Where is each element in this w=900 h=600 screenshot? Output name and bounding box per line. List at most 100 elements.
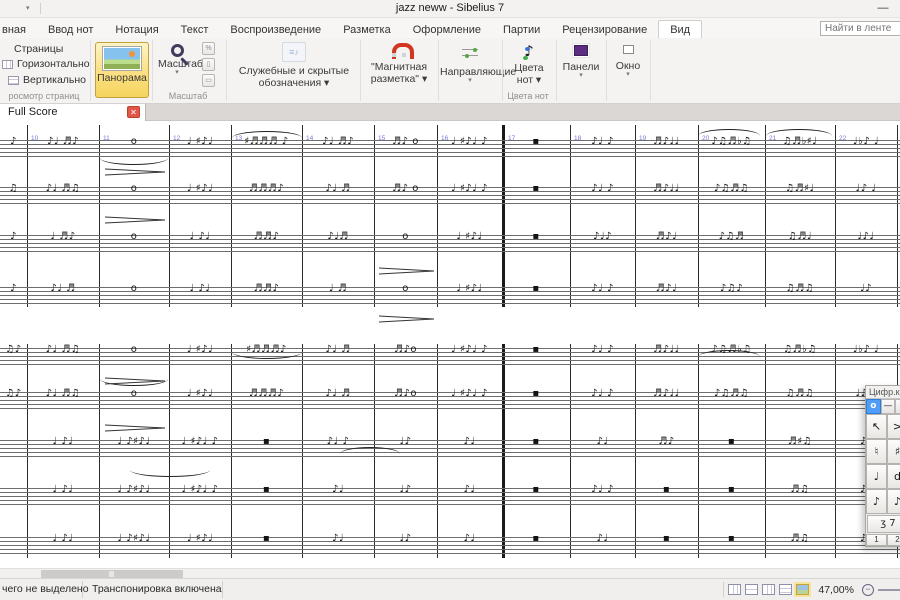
note-run[interactable]: o [131,282,138,295]
note-run[interactable]: ♪♩ [596,435,608,448]
note-run[interactable]: ♫♬♫ [786,387,814,400]
note-run[interactable]: ♫♬♫ [786,282,814,295]
note-run[interactable]: ▪ [263,435,270,448]
note-run[interactable]: ♩ ♪♯♪♩ [117,483,150,496]
note-run[interactable]: ♬♪♩♩ [653,343,680,356]
note-run[interactable]: o [402,282,409,295]
note-run[interactable]: ♩ ♯♪♩ [456,282,482,295]
note-run[interactable]: ♬♪ [658,435,674,448]
ribbon-tab-вная[interactable]: вная [0,21,37,38]
note-run[interactable]: ♩♪ [399,435,411,448]
keypad-rests-button[interactable]: ʒ 7 [867,515,900,533]
note-run[interactable]: ♪♩ ♬ [325,343,350,356]
horizontal-button[interactable]: Горизонтально [2,58,90,70]
keypad-button[interactable]: > [887,414,900,439]
ribbon-tab-Нотация[interactable]: Нотация [104,21,169,38]
note-run[interactable]: ♬♪♩♩ [653,135,680,148]
ribbon-tab-Воспроизведение[interactable]: Воспроизведение [219,21,332,38]
document-tab-full-score[interactable]: Full Score ✕ [0,104,146,121]
guides-button[interactable]: Направляющие ▾ [440,42,516,84]
note-run[interactable]: ♫♬♭♯♩ [783,135,818,148]
ribbon-tab-Партии[interactable]: Партии [492,21,551,38]
keypad-button[interactable]: ♪ [866,489,887,514]
note-run[interactable]: ♪♫♬ [719,230,745,243]
note-run[interactable]: ▪ [532,135,539,148]
note-run[interactable]: ♩♪ ♩ [856,182,877,195]
note-run[interactable]: ♪♩ ♪ [591,387,614,400]
keypad-layout-tab-1[interactable]: o [866,399,881,414]
note-run[interactable]: ♩ ♪♩ [53,483,74,496]
note-run[interactable]: ♪♩ ♪ [327,435,350,448]
note-run[interactable]: ♪♩ ♪ [591,182,614,195]
note-run[interactable]: ♪♩ ♬ [325,182,350,195]
note-run[interactable]: o [131,230,138,243]
note-run[interactable]: ♬♪o [394,343,417,356]
note-run[interactable]: ♩ ♪♩ [190,230,211,243]
note-run[interactable]: ♪♩ ♬♫ [46,387,81,400]
note-run[interactable]: ♩♪♩ [857,230,874,243]
magnetic-layout-button[interactable]: "Магнитная разметка" ▾ [362,40,436,85]
keypad-digit-2[interactable]: 2 [887,534,900,546]
scrollbar-thumb[interactable] [41,570,183,578]
note-run[interactable]: ▪ [263,532,270,545]
keypad-button[interactable]: d [887,464,900,489]
minimize-button[interactable]: — [872,0,894,17]
keypad-title[interactable]: Цифр.к [866,386,900,399]
note-run[interactable]: ♫♬♭♫ [783,343,817,356]
note-run[interactable]: ♪♩ [463,532,475,545]
note-run[interactable]: ▪ [532,532,539,545]
score-canvas[interactable]: ♪ ♪♩ ♬♪ o ♩ ♯♪♩ ♯♬♬♬ ♪ ♪♩ ♬♪ ♬♪ o ♩ ♯♪♩ ♪ ▪ ♪♩ ♪ ♬… [0,121,900,568]
horizontal-scrollbar[interactable] [0,568,900,578]
note-run[interactable]: ▪ [532,343,539,356]
ribbon-tab-Разметка[interactable]: Разметка [332,21,402,38]
note-run[interactable]: ♫♬♯♩ [785,182,815,195]
note-run[interactable]: ♫♬♩ [788,230,812,243]
note-run[interactable]: ♩ ♬♪ [50,230,75,243]
note-run[interactable]: ♫♪ [5,387,21,400]
note-run[interactable]: ♩ ♯♪♩ [187,343,213,356]
note-run[interactable]: o [131,135,138,148]
note-run[interactable]: ♪♩♪ [593,230,612,243]
note-run[interactable]: ▪ [532,282,539,295]
note-run[interactable]: ♪♩ ♬♫ [46,182,81,195]
transposition-status[interactable]: Транспонировка включена [92,579,222,600]
keypad-button[interactable]: ♩ [866,464,887,489]
note-run[interactable]: ♪♩ [463,483,475,496]
vertical-button[interactable]: Вертикально [8,74,86,86]
note-run[interactable]: ▪ [663,483,670,496]
note-run[interactable]: ♩ ♪♩ [190,282,211,295]
note-run[interactable]: ♪♩ ♪ [591,343,614,356]
note-run[interactable]: ▪ [263,483,270,496]
note-run[interactable]: ♬♯♫ [788,435,812,448]
note-run[interactable]: ♪♩ [596,532,608,545]
note-run[interactable]: ♩ ♯♪♩ ♪ [451,182,488,195]
note-run[interactable]: ▪ [728,483,735,496]
note-run[interactable]: ♬♫ [791,483,810,496]
pages-horizontal-icon[interactable] [728,584,742,595]
note-run[interactable]: ♩ ♯♪♩ [187,182,213,195]
zoom-fit-width-button[interactable]: ▭ [202,74,215,87]
note-run[interactable]: ♪♩ ♪ [591,483,614,496]
note-run[interactable]: ♪♩ ♬♪ [47,135,79,148]
note-run[interactable]: ♩ ♯♪♩ [187,532,213,545]
quick-access-dropdown-icon[interactable]: ▾ [26,0,30,17]
note-run[interactable]: ♬♪♩♩ [653,182,680,195]
note-run[interactable]: ♪♩ [463,435,475,448]
panorama-button[interactable]: Панорама [95,42,149,98]
note-run[interactable]: ♩ ♯♪♩ ♪ [182,435,219,448]
zoom-slider[interactable] [878,588,900,591]
keypad-layout-tab-3[interactable]: ♪ [895,399,900,414]
pages-vertical-icon[interactable] [779,584,793,595]
note-run[interactable]: ♪♫♪ [720,282,743,295]
note-run[interactable]: ♪♩♬ [327,230,349,243]
note-run[interactable]: ♩ ♯♪♩ [187,387,213,400]
note-run[interactable]: ♪ [10,282,17,295]
note-run[interactable]: ♩ ♯♪♩ ♪ [451,135,488,148]
note-run[interactable]: ♬♪♩ [656,230,678,243]
note-run[interactable]: ♬♪ o [392,182,419,195]
ribbon-tab-Вид[interactable]: Вид [658,20,703,38]
note-run[interactable]: ♪♫♬♫ [714,387,749,400]
note-run[interactable]: ♩ ♯♪♩ [456,230,482,243]
panorama-icon[interactable] [794,582,812,597]
keypad-layout-tab-2[interactable]: — [880,399,896,414]
